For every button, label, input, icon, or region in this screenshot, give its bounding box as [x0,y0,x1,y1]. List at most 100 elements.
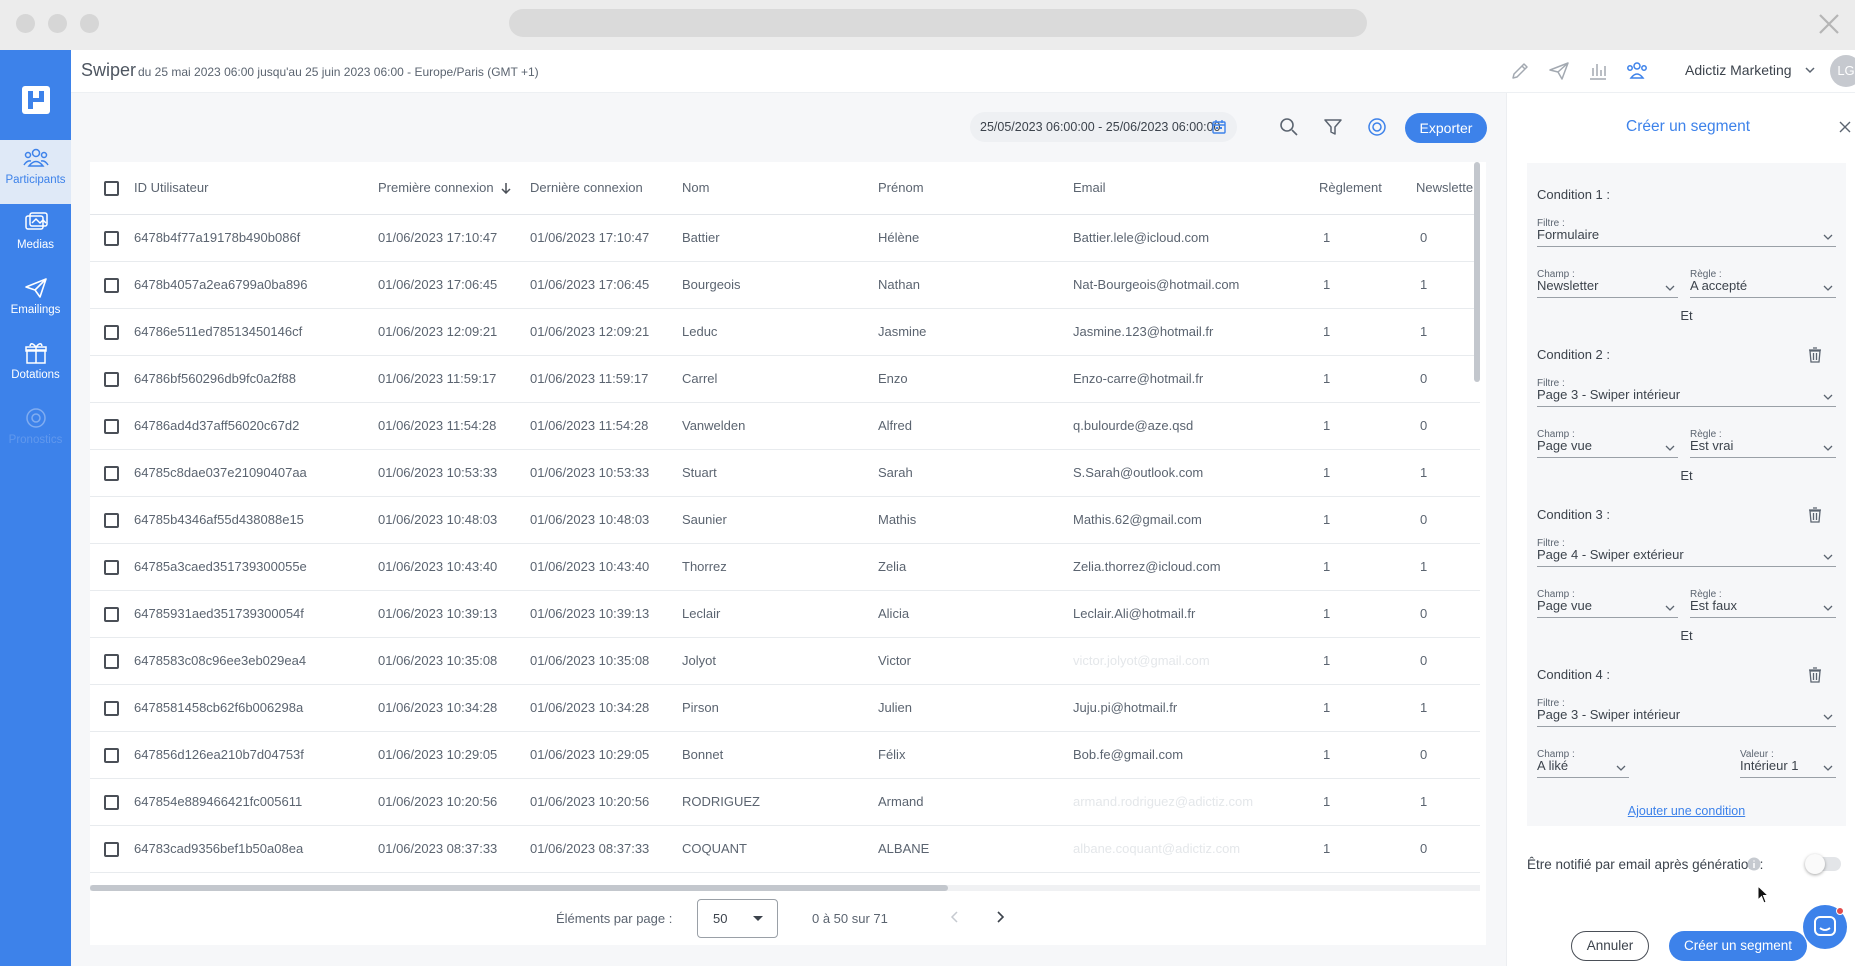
rule-select[interactable]: A accepté [1690,278,1836,298]
row-checkbox[interactable] [104,747,119,763]
column-header[interactable]: Règlement [1319,162,1416,215]
date-range-picker[interactable]: 25/05/2023 06:00:00 - 25/06/2023 06:00:0… [970,112,1237,142]
filter-icon[interactable] [1321,115,1345,139]
participants-icon[interactable] [1625,59,1649,83]
app-logo-icon[interactable] [21,85,51,115]
table-row[interactable]: 6478583c08c96ee3eb029ea4 01/06/2023 10:35… [90,637,1480,685]
send-icon[interactable] [1547,59,1571,83]
trash-icon[interactable] [1805,345,1825,365]
filter-select[interactable]: Formulaire [1537,227,1836,247]
search-icon[interactable] [1277,115,1301,139]
sidebar-item-medias[interactable]: Medias [0,205,71,269]
row-checkbox[interactable] [104,700,119,716]
chevron-down-icon [1823,714,1833,720]
table-row[interactable]: 64786e511ed78513450146cf 01/06/2023 12:09… [90,308,1480,356]
column-header[interactable]: ID Utilisateur [134,162,378,215]
table-row[interactable]: 64785a3caed351739300055e 01/06/2023 10:43… [90,543,1480,591]
row-checkbox[interactable] [104,371,119,387]
trash-icon[interactable] [1805,665,1825,685]
chevron-right-icon[interactable] [991,908,1009,926]
sidebar-item-label: Participants [5,174,66,186]
close-icon[interactable] [1838,120,1852,134]
column-header[interactable]: Prénom [878,162,1073,215]
edit-icon[interactable] [1508,59,1532,83]
field-select[interactable]: Page vue [1537,598,1678,618]
last-connection-cell: 01/06/2023 11:54:28 [530,402,682,450]
table-row[interactable]: 6478b4f77a19178b490b086f 01/06/2023 17:10… [90,214,1480,262]
sidebar-item-dotations[interactable]: Dotations [0,335,71,399]
create-segment-button[interactable]: Créer un segment [1669,931,1807,961]
vertical-scrollbar[interactable] [1474,162,1480,382]
cancel-button[interactable]: Annuler [1571,931,1649,961]
field-select[interactable]: Newsletter [1537,278,1678,298]
sidebar-item-emailings[interactable]: Emailings [0,270,71,334]
row-checkbox[interactable] [104,512,119,528]
create-segment-panel: Créer un segment Condition 1 : Filtre : … [1506,93,1855,966]
field-select[interactable]: Page vue [1537,438,1678,458]
first-name-cell: Hélène [878,214,1073,262]
field-select[interactable]: A liké [1537,758,1629,778]
newsletter-cell: 0 [1416,637,1480,685]
info-icon[interactable] [1746,856,1762,872]
sidebar-item-label: Dotations [11,369,60,381]
table-row[interactable]: 6478581458cb62f6b006298a 01/06/2023 10:34… [90,684,1480,732]
chevron-down-icon[interactable] [1803,63,1817,77]
chat-button[interactable] [1803,905,1847,949]
user-id-cell: 64786e511ed78513450146cf [134,308,378,356]
rule-select[interactable]: Est faux [1690,598,1836,618]
value-select[interactable]: Intérieur 1 [1740,758,1836,778]
notification-dot [1836,907,1844,915]
table-row[interactable]: 647854e889466421fc005611 01/06/2023 10:20… [90,778,1480,826]
row-checkbox[interactable] [104,277,119,293]
row-checkbox[interactable] [104,230,119,246]
chevron-left-icon[interactable] [946,908,964,926]
table-row[interactable]: 64783cad9356bef1b50a08ea 01/06/2023 08:37… [90,825,1480,873]
pagination: Éléments par page : 50 0 à 50 sur 71 [90,891,1486,945]
table-row[interactable]: 6478b4057a2ea6799a0ba896 01/06/2023 17:06… [90,261,1480,309]
organization-selector[interactable]: Adictiz Marketing [1685,62,1792,78]
close-icon[interactable] [1815,10,1843,38]
avatar[interactable]: LG [1830,55,1855,87]
filter-select[interactable]: Page 3 - Swiper intérieur [1537,387,1836,407]
per-page-select[interactable]: 50 [697,899,778,938]
table-row[interactable]: 64786ad4d37aff56020c67d2 01/06/2023 11:54… [90,402,1480,450]
notify-toggle[interactable] [1805,854,1841,874]
email-cell: S.Sarah@outlook.com [1073,449,1319,497]
row-checkbox[interactable] [104,653,119,669]
row-checkbox[interactable] [104,841,119,857]
window-close-dot[interactable] [16,14,35,33]
export-button[interactable]: Exporter [1405,113,1487,143]
add-condition-link[interactable]: Ajouter une condition [1527,804,1846,818]
row-checkbox[interactable] [104,794,119,810]
row-checkbox[interactable] [104,324,119,340]
column-header[interactable]: Email [1073,162,1319,215]
address-bar[interactable] [509,9,1367,37]
table-row[interactable]: 64785931aed351739300054f 01/06/2023 10:39… [90,590,1480,638]
table-row[interactable]: 647856d126ea210b7d04753f 01/06/2023 10:29… [90,731,1480,779]
row-checkbox[interactable] [104,606,119,622]
row-checkbox[interactable] [104,418,119,434]
select-all-checkbox[interactable] [104,180,119,196]
sidebar-item-participants[interactable]: Participants [0,140,71,204]
table-row[interactable]: 64785b4346af55d438088e15 01/06/2023 10:48… [90,496,1480,544]
filter-select[interactable]: Page 3 - Swiper intérieur [1537,707,1836,727]
segment-icon[interactable] [1365,115,1389,139]
column-header[interactable]: Newsletter [1416,162,1480,215]
row-checkbox[interactable] [104,559,119,575]
trash-icon[interactable] [1805,505,1825,525]
table-row[interactable]: 64786bf560296db9fc0a2f88 01/06/2023 11:59… [90,355,1480,403]
window-zoom-dot[interactable] [80,14,99,33]
column-header[interactable]: Dernière connexion [530,162,682,215]
window-minimize-dot[interactable] [48,14,67,33]
stats-icon[interactable] [1586,59,1610,83]
email-cell: albane.coquant@adictiz.com [1073,825,1319,873]
row-checkbox[interactable] [104,465,119,481]
filter-select[interactable]: Page 4 - Swiper extérieur [1537,547,1836,567]
table-scroll-area[interactable]: ID Utilisateur Première connexion Derniè… [90,162,1480,882]
first-name-cell: Julien [878,684,1073,732]
column-header[interactable]: Nom [682,162,878,215]
table-row[interactable]: 64785c8dae037e21090407aa 01/06/2023 10:53… [90,449,1480,497]
chevron-down-icon [1665,445,1675,451]
rule-select[interactable]: Est vrai [1690,438,1836,458]
column-header-sorted[interactable]: Première connexion [378,162,530,215]
